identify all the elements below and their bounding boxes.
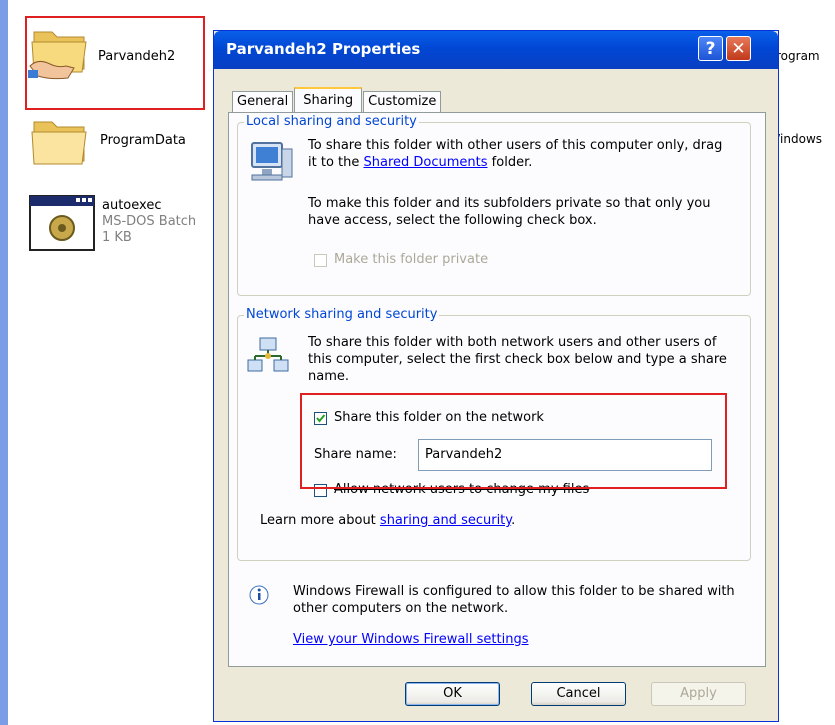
tab-sharing[interactable]: Sharing <box>294 87 363 113</box>
highlight-box-folder <box>25 16 205 110</box>
file-name: ProgramData <box>100 133 186 148</box>
dialog-title: Parvandeh2 Properties <box>226 40 421 58</box>
ok-button[interactable]: OK <box>405 682 500 706</box>
local-sharing-group: Local sharing and security To share this… <box>237 114 751 296</box>
file-name: autoexec <box>102 198 162 213</box>
private-instructions-text: To make this folder and its subfolders p… <box>308 196 711 228</box>
highlight-box-share-settings <box>300 393 727 489</box>
folder-icon <box>30 114 92 170</box>
cancel-button[interactable]: Cancel <box>531 682 626 706</box>
background-label-windows: /indows <box>776 132 823 146</box>
local-sharing-text: To share this folder with other users of… <box>308 137 728 171</box>
explorer-left-edge <box>0 0 8 725</box>
sharing-security-link[interactable]: sharing and security <box>380 513 511 528</box>
title-bar[interactable]: Parvandeh2 Properties ? ✕ <box>214 31 778 69</box>
batch-file-icon <box>28 194 96 252</box>
file-item-programdata[interactable]: ProgramData <box>30 114 186 170</box>
sharing-tab-panel: Local sharing and security To share this… <box>228 112 766 667</box>
tab-customize[interactable]: Customize <box>363 91 442 112</box>
file-item-autoexec[interactable]: autoexec MS-DOS Batch 1 KB <box>28 194 196 252</box>
properties-dialog: Parvandeh2 Properties ? ✕ General Sharin… <box>213 30 779 722</box>
local-sharing-legend: Local sharing and security <box>244 114 419 129</box>
computer-icon <box>248 139 296 187</box>
apply-button[interactable]: Apply <box>651 682 746 706</box>
info-icon <box>249 585 269 609</box>
learn-more-prefix: Learn more about <box>260 513 376 528</box>
tab-general[interactable]: General <box>232 91 294 112</box>
make-private-checkbox[interactable] <box>314 254 327 267</box>
network-icon <box>246 336 290 380</box>
tab-strip: General Sharing Customize <box>232 87 442 113</box>
help-button[interactable]: ? <box>698 36 723 61</box>
background-label-program: rogram <box>776 49 820 63</box>
learn-more-text: Learn more about sharing and security. <box>260 512 515 529</box>
firewall-text: Windows Firewall is configured to allow … <box>293 584 735 616</box>
make-private-label: Make this folder private <box>334 252 489 267</box>
network-sharing-legend: Network sharing and security <box>244 307 440 322</box>
local-sharing-text-suffix: folder. <box>491 155 533 170</box>
network-sharing-text: To share this folder with both network u… <box>308 335 727 384</box>
firewall-settings-link[interactable]: View your Windows Firewall settings <box>293 631 529 648</box>
shared-documents-link[interactable]: Shared Documents <box>364 155 488 170</box>
file-size: 1 KB <box>102 230 132 245</box>
file-type: MS-DOS Batch <box>102 214 197 229</box>
close-button[interactable]: ✕ <box>726 36 751 61</box>
learn-more-suffix: . <box>511 513 516 528</box>
